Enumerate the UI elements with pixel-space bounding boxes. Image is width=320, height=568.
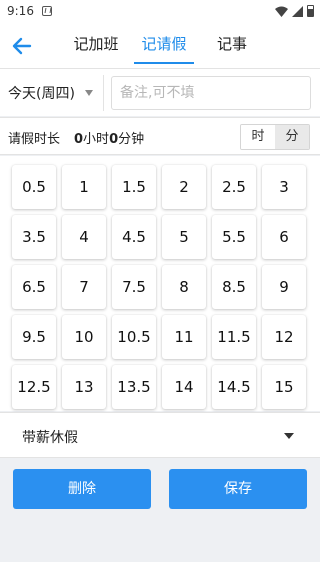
duration-option[interactable]: 1.5 bbox=[112, 165, 156, 209]
duration-option[interactable]: 2 bbox=[162, 165, 206, 209]
duration-option[interactable]: 14.5 bbox=[212, 365, 256, 409]
duration-option[interactable]: 3 bbox=[262, 165, 306, 209]
duration-option[interactable]: 7.5 bbox=[112, 265, 156, 309]
duration-grid: 0.5 1 1.5 2 2.5 3 3.5 4 4.5 5 5.5 6 6.5 7 7.5 8 8.5 9 9.5 1… bbox=[12, 165, 306, 409]
notification-icon bbox=[42, 6, 52, 16]
duration-option[interactable]: 10.5 bbox=[112, 315, 156, 359]
duration-option[interactable]: 6.5 bbox=[12, 265, 56, 309]
duration-value: 0小时0分钟 bbox=[74, 128, 144, 147]
dropdown-arrow-icon bbox=[85, 90, 93, 96]
duration-minutes: 0 bbox=[109, 132, 119, 147]
duration-option[interactable]: 2.5 bbox=[212, 165, 256, 209]
tab-overtime[interactable]: 记加班 bbox=[62, 24, 130, 68]
duration-label: 请假时长 bbox=[8, 132, 61, 147]
status-icons bbox=[275, 5, 314, 17]
duration-option[interactable]: 4 bbox=[62, 215, 106, 259]
status-time: 9:16 bbox=[7, 4, 34, 18]
duration-option[interactable]: 13.5 bbox=[112, 365, 156, 409]
duration-option[interactable]: 7 bbox=[62, 265, 106, 309]
duration-option[interactable]: 12.5 bbox=[12, 365, 56, 409]
duration-option[interactable]: 10 bbox=[62, 315, 106, 359]
unit-minutes-button[interactable]: 分 bbox=[275, 125, 309, 149]
wifi-icon bbox=[275, 6, 288, 17]
duration-option[interactable]: 3.5 bbox=[12, 215, 56, 259]
note-input[interactable] bbox=[111, 76, 311, 110]
bottom-bar bbox=[0, 562, 320, 568]
duration-option[interactable]: 12 bbox=[262, 315, 306, 359]
duration-option[interactable]: 5.5 bbox=[212, 215, 256, 259]
day-select-value: 今天(周四) bbox=[8, 86, 75, 102]
date-note-row: 今天(周四) bbox=[0, 68, 320, 116]
back-arrow-icon[interactable] bbox=[10, 34, 34, 58]
tab-notes[interactable]: 记事 bbox=[198, 24, 266, 68]
duration-row: 请假时长 0小时0分钟 时 分 bbox=[0, 117, 320, 155]
day-select[interactable]: 今天(周四) bbox=[0, 75, 104, 111]
duration-option[interactable]: 1 bbox=[62, 165, 106, 209]
duration-option[interactable]: 4.5 bbox=[112, 215, 156, 259]
signal-icon bbox=[292, 5, 303, 17]
tab-leave[interactable]: 记请假 bbox=[130, 24, 198, 68]
unit-hours-button[interactable]: 时 bbox=[241, 125, 275, 149]
duration-option[interactable]: 5 bbox=[162, 215, 206, 259]
dropdown-arrow-icon bbox=[284, 433, 294, 439]
unit-toggle: 时 分 bbox=[240, 124, 310, 150]
duration-option[interactable]: 15 bbox=[262, 365, 306, 409]
duration-option[interactable]: 8.5 bbox=[212, 265, 256, 309]
leave-type-select[interactable]: 带薪休假 bbox=[0, 412, 320, 458]
battery-icon bbox=[307, 5, 314, 17]
leave-type-value: 带薪休假 bbox=[22, 430, 78, 446]
minutes-unit: 分钟 bbox=[118, 132, 145, 147]
duration-option[interactable]: 8 bbox=[162, 265, 206, 309]
app-header: 记加班 记请假 记事 bbox=[0, 24, 320, 68]
tab-bar: 记加班 记请假 记事 bbox=[62, 24, 266, 68]
duration-option[interactable]: 6 bbox=[262, 215, 306, 259]
save-button[interactable]: 保存 bbox=[169, 469, 307, 509]
hours-unit: 小时 bbox=[83, 132, 110, 147]
delete-button[interactable]: 删除 bbox=[13, 469, 151, 509]
duration-option[interactable]: 13 bbox=[62, 365, 106, 409]
duration-grid-area: 0.5 1 1.5 2 2.5 3 3.5 4 4.5 5 5.5 6 6.5 7 7.5 8 8.5 9 9.5 1… bbox=[0, 156, 320, 411]
duration-option[interactable]: 11 bbox=[162, 315, 206, 359]
duration-option[interactable]: 9 bbox=[262, 265, 306, 309]
duration-option[interactable]: 14 bbox=[162, 365, 206, 409]
duration-option[interactable]: 11.5 bbox=[212, 315, 256, 359]
duration-hours: 0 bbox=[74, 132, 84, 147]
duration-option[interactable]: 9.5 bbox=[12, 315, 56, 359]
status-bar: 9:16 bbox=[0, 0, 320, 24]
duration-option[interactable]: 0.5 bbox=[12, 165, 56, 209]
